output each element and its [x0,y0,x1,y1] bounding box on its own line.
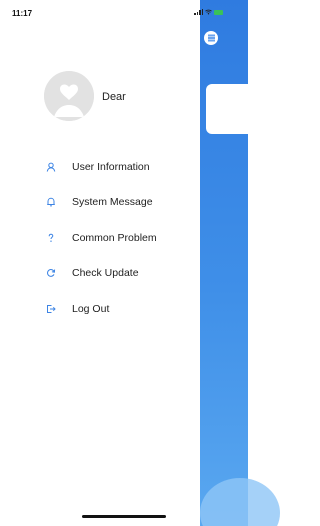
question-icon [44,231,58,245]
bell-icon [44,195,58,209]
menu-item-label: Log Out [72,303,110,315]
menu-item-log-out[interactable]: Log Out [44,300,194,318]
menu-item-label: System Message [72,196,153,208]
wifi-icon [205,9,212,15]
avatar[interactable] [44,71,94,121]
refresh-icon [44,266,58,280]
menu-toggle-icon[interactable] [204,31,218,45]
menu-item-system-message[interactable]: System Message [44,193,194,211]
menu-item-label: User Information [72,161,150,173]
menu-item-label: Common Problem [72,232,157,244]
avatar-placeholder-icon [44,71,94,121]
status-time: 11:17 [12,9,33,18]
menu-item-label: Check Update [72,267,139,279]
battery-icon [214,9,223,15]
side-drawer: 11:17 Dear User Information System Messa… [0,0,200,526]
profile-name: Dear [102,91,126,103]
background-wave [200,478,280,526]
menu-item-user-information[interactable]: User Information [44,158,194,176]
user-icon [44,160,58,174]
signal-icon [194,9,203,15]
home-indicator[interactable] [82,515,166,518]
status-icons [194,9,223,15]
menu-item-check-update[interactable]: Check Update [44,264,194,282]
background-card [206,84,254,134]
logout-icon [44,302,58,316]
menu-item-common-problem[interactable]: Common Problem [44,229,194,247]
